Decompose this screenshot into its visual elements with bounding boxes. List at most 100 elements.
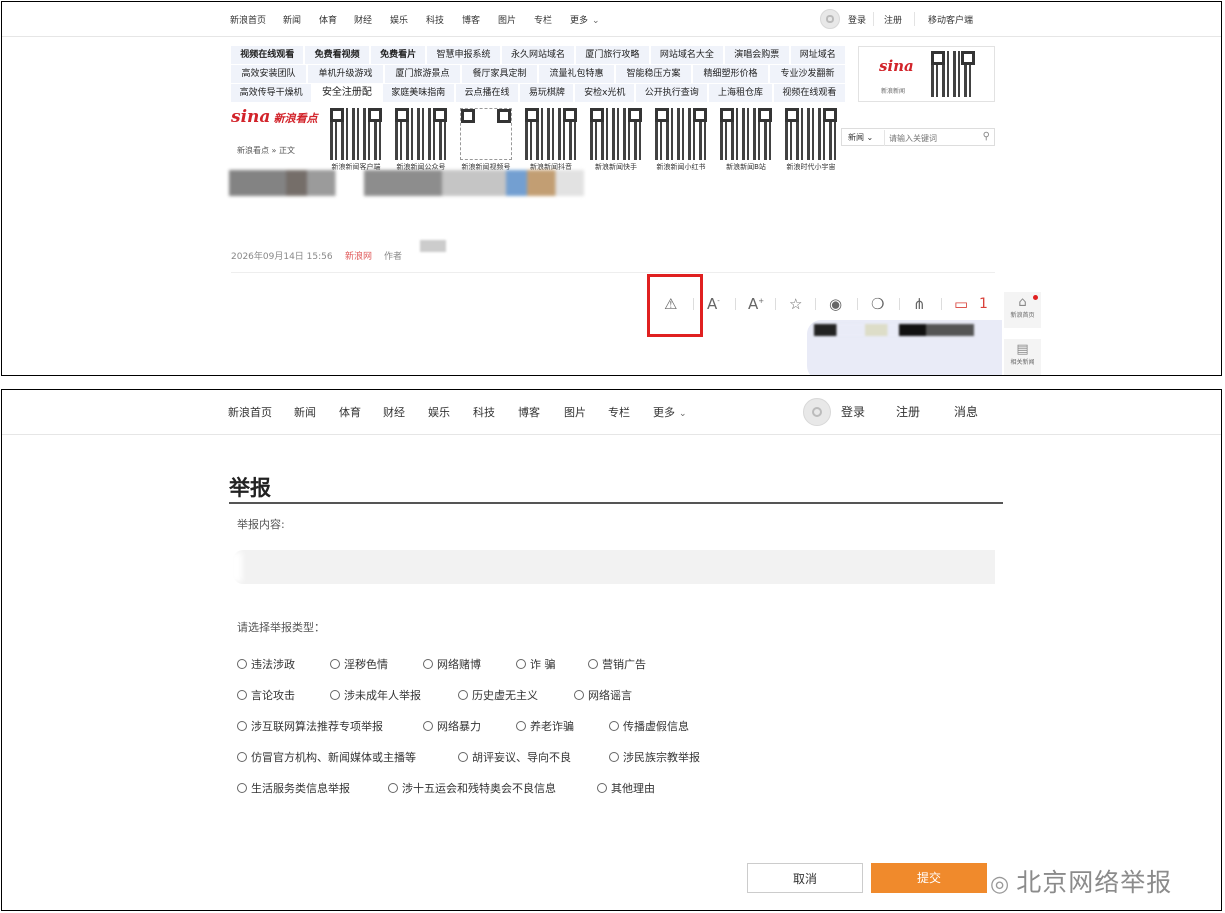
- report-type-option[interactable]: 违法涉政: [237, 656, 295, 672]
- brand-logo[interactable]: sina 新浪看点: [231, 107, 318, 133]
- ad-link[interactable]: 家庭美味指南: [382, 84, 454, 102]
- report-type-option[interactable]: 涉民族宗教举报: [609, 749, 700, 765]
- ad-link[interactable]: 网址域名: [790, 46, 845, 64]
- user-avatar-icon[interactable]: [820, 9, 840, 29]
- submit-button[interactable]: 提交: [871, 863, 987, 893]
- radio-button[interactable]: [458, 690, 468, 700]
- ad-link[interactable]: 安全注册配: [313, 84, 381, 102]
- ad-link[interactable]: 永久网站域名: [501, 46, 575, 64]
- radio-button[interactable]: [423, 721, 433, 731]
- report-type-option[interactable]: 言论攻击: [237, 687, 295, 703]
- weibo-share-icon[interactable]: ◉: [829, 295, 842, 313]
- font-decrease-icon[interactable]: A-: [707, 295, 720, 313]
- messages-link[interactable]: 消息: [954, 403, 978, 420]
- cancel-button[interactable]: 取消: [747, 863, 863, 893]
- ad-link[interactable]: 餐厅家具定制: [462, 65, 537, 83]
- ad-link[interactable]: 流量礼包特惠: [539, 65, 614, 83]
- radio-button[interactable]: [516, 721, 526, 731]
- ad-link[interactable]: 厦门旅游景点: [385, 65, 460, 83]
- radio-button[interactable]: [588, 659, 598, 669]
- radio-button[interactable]: [330, 659, 340, 669]
- nav-column[interactable]: 专栏: [534, 13, 552, 26]
- comment-icon[interactable]: ▭: [954, 295, 968, 313]
- font-increase-icon[interactable]: A+: [748, 295, 764, 313]
- radio-button[interactable]: [237, 690, 247, 700]
- nav-home[interactable]: 新浪首页: [228, 404, 272, 420]
- ad-link[interactable]: 厦门旅行攻略: [576, 46, 649, 64]
- search-category-select[interactable]: 新闻 ⌄: [848, 132, 873, 143]
- report-type-option[interactable]: 营销广告: [588, 656, 646, 672]
- nav-home[interactable]: 新浪首页: [230, 13, 266, 26]
- radio-button[interactable]: [330, 690, 340, 700]
- breadcrumb[interactable]: 新浪看点 » 正文: [237, 145, 295, 156]
- nav-finance[interactable]: 财经: [383, 404, 405, 420]
- nav-blog[interactable]: 博客: [518, 404, 540, 420]
- login-link[interactable]: 登录: [841, 403, 865, 420]
- ad-link[interactable]: 专业沙发翻新: [770, 65, 845, 83]
- nav-tech[interactable]: 科技: [426, 13, 444, 26]
- ad-link[interactable]: 安检x光机: [575, 84, 635, 102]
- nav-more[interactable]: 更多 ⌄: [570, 13, 600, 26]
- mobile-client-link[interactable]: 移动客户端: [928, 13, 973, 26]
- nav-finance[interactable]: 财经: [354, 13, 372, 26]
- ad-link[interactable]: 易玩棋牌: [520, 84, 574, 102]
- report-type-option[interactable]: 淫秽色情: [330, 656, 388, 672]
- ad-link[interactable]: 智能稳压方案: [616, 65, 691, 83]
- wechat-share-icon[interactable]: ❍: [871, 295, 884, 313]
- side-home-button[interactable]: ⌂ 新浪首页: [1004, 292, 1041, 328]
- radio-button[interactable]: [237, 659, 247, 669]
- ad-link[interactable]: 免费看片: [370, 46, 426, 64]
- side-related-button[interactable]: ▤ 相关新闻: [1004, 339, 1041, 375]
- nav-ent[interactable]: 娱乐: [390, 13, 408, 26]
- search-icon[interactable]: ⚲: [983, 131, 990, 142]
- report-type-option[interactable]: 传播虚假信息: [609, 718, 689, 734]
- report-type-option[interactable]: 涉互联网算法推荐专项举报: [237, 718, 383, 734]
- report-type-option[interactable]: 网络赌博: [423, 656, 481, 672]
- report-type-option[interactable]: 涉未成年人举报: [330, 687, 421, 703]
- radio-button[interactable]: [574, 690, 584, 700]
- radio-button[interactable]: [237, 752, 247, 762]
- nav-more[interactable]: 更多 ⌄: [653, 404, 687, 420]
- ad-link[interactable]: 云点播在线: [455, 84, 519, 102]
- radio-button[interactable]: [516, 659, 526, 669]
- report-type-option[interactable]: 网络谣言: [574, 687, 632, 703]
- nav-news[interactable]: 新闻: [283, 13, 301, 26]
- radio-button[interactable]: [423, 659, 433, 669]
- radio-button[interactable]: [237, 721, 247, 731]
- ad-link[interactable]: 单机升级游戏: [308, 65, 383, 83]
- ad-link[interactable]: 精细塑形价格: [693, 65, 768, 83]
- ad-link[interactable]: 智慧申报系统: [427, 46, 500, 64]
- report-type-option[interactable]: 仿冒官方机构、新闻媒体或主播等: [237, 749, 416, 765]
- nav-news[interactable]: 新闻: [294, 404, 316, 420]
- radio-button[interactable]: [458, 752, 468, 762]
- nav-ent[interactable]: 娱乐: [428, 404, 450, 420]
- report-type-option[interactable]: 网络暴力: [423, 718, 481, 734]
- nav-sports[interactable]: 体育: [339, 404, 361, 420]
- nav-pics[interactable]: 图片: [564, 404, 586, 420]
- user-avatar-icon[interactable]: [803, 398, 831, 426]
- login-link[interactable]: 登录: [848, 13, 866, 26]
- nav-sports[interactable]: 体育: [319, 13, 337, 26]
- ad-link[interactable]: 演唱会购票: [725, 46, 789, 64]
- report-type-option[interactable]: 生活服务类信息举报: [237, 780, 350, 796]
- radio-button[interactable]: [388, 783, 398, 793]
- radio-button[interactable]: [597, 783, 607, 793]
- ad-link[interactable]: 上海租仓库: [709, 84, 772, 102]
- report-type-option[interactable]: 其他理由: [597, 780, 655, 796]
- report-type-option[interactable]: 涉十五运会和残特奥会不良信息: [388, 780, 556, 796]
- nav-pics[interactable]: 图片: [498, 13, 516, 26]
- nav-blog[interactable]: 博客: [462, 13, 480, 26]
- report-type-option[interactable]: 养老诈骗: [516, 718, 574, 734]
- ad-link[interactable]: 视频在线观看: [231, 46, 304, 64]
- ad-link[interactable]: 视频在线观看: [773, 84, 845, 102]
- register-link[interactable]: 注册: [896, 403, 920, 420]
- ad-link[interactable]: 高效安装团队: [231, 65, 306, 83]
- nav-tech[interactable]: 科技: [473, 404, 495, 420]
- radio-button[interactable]: [237, 783, 247, 793]
- report-type-option[interactable]: 历史虚无主义: [458, 687, 538, 703]
- nav-column[interactable]: 专栏: [608, 404, 630, 420]
- share-icon[interactable]: ⋔: [913, 295, 926, 313]
- register-link[interactable]: 注册: [884, 13, 902, 26]
- ad-link[interactable]: 高效传导干燥机: [231, 84, 312, 102]
- favorite-star-icon[interactable]: ☆: [789, 295, 802, 313]
